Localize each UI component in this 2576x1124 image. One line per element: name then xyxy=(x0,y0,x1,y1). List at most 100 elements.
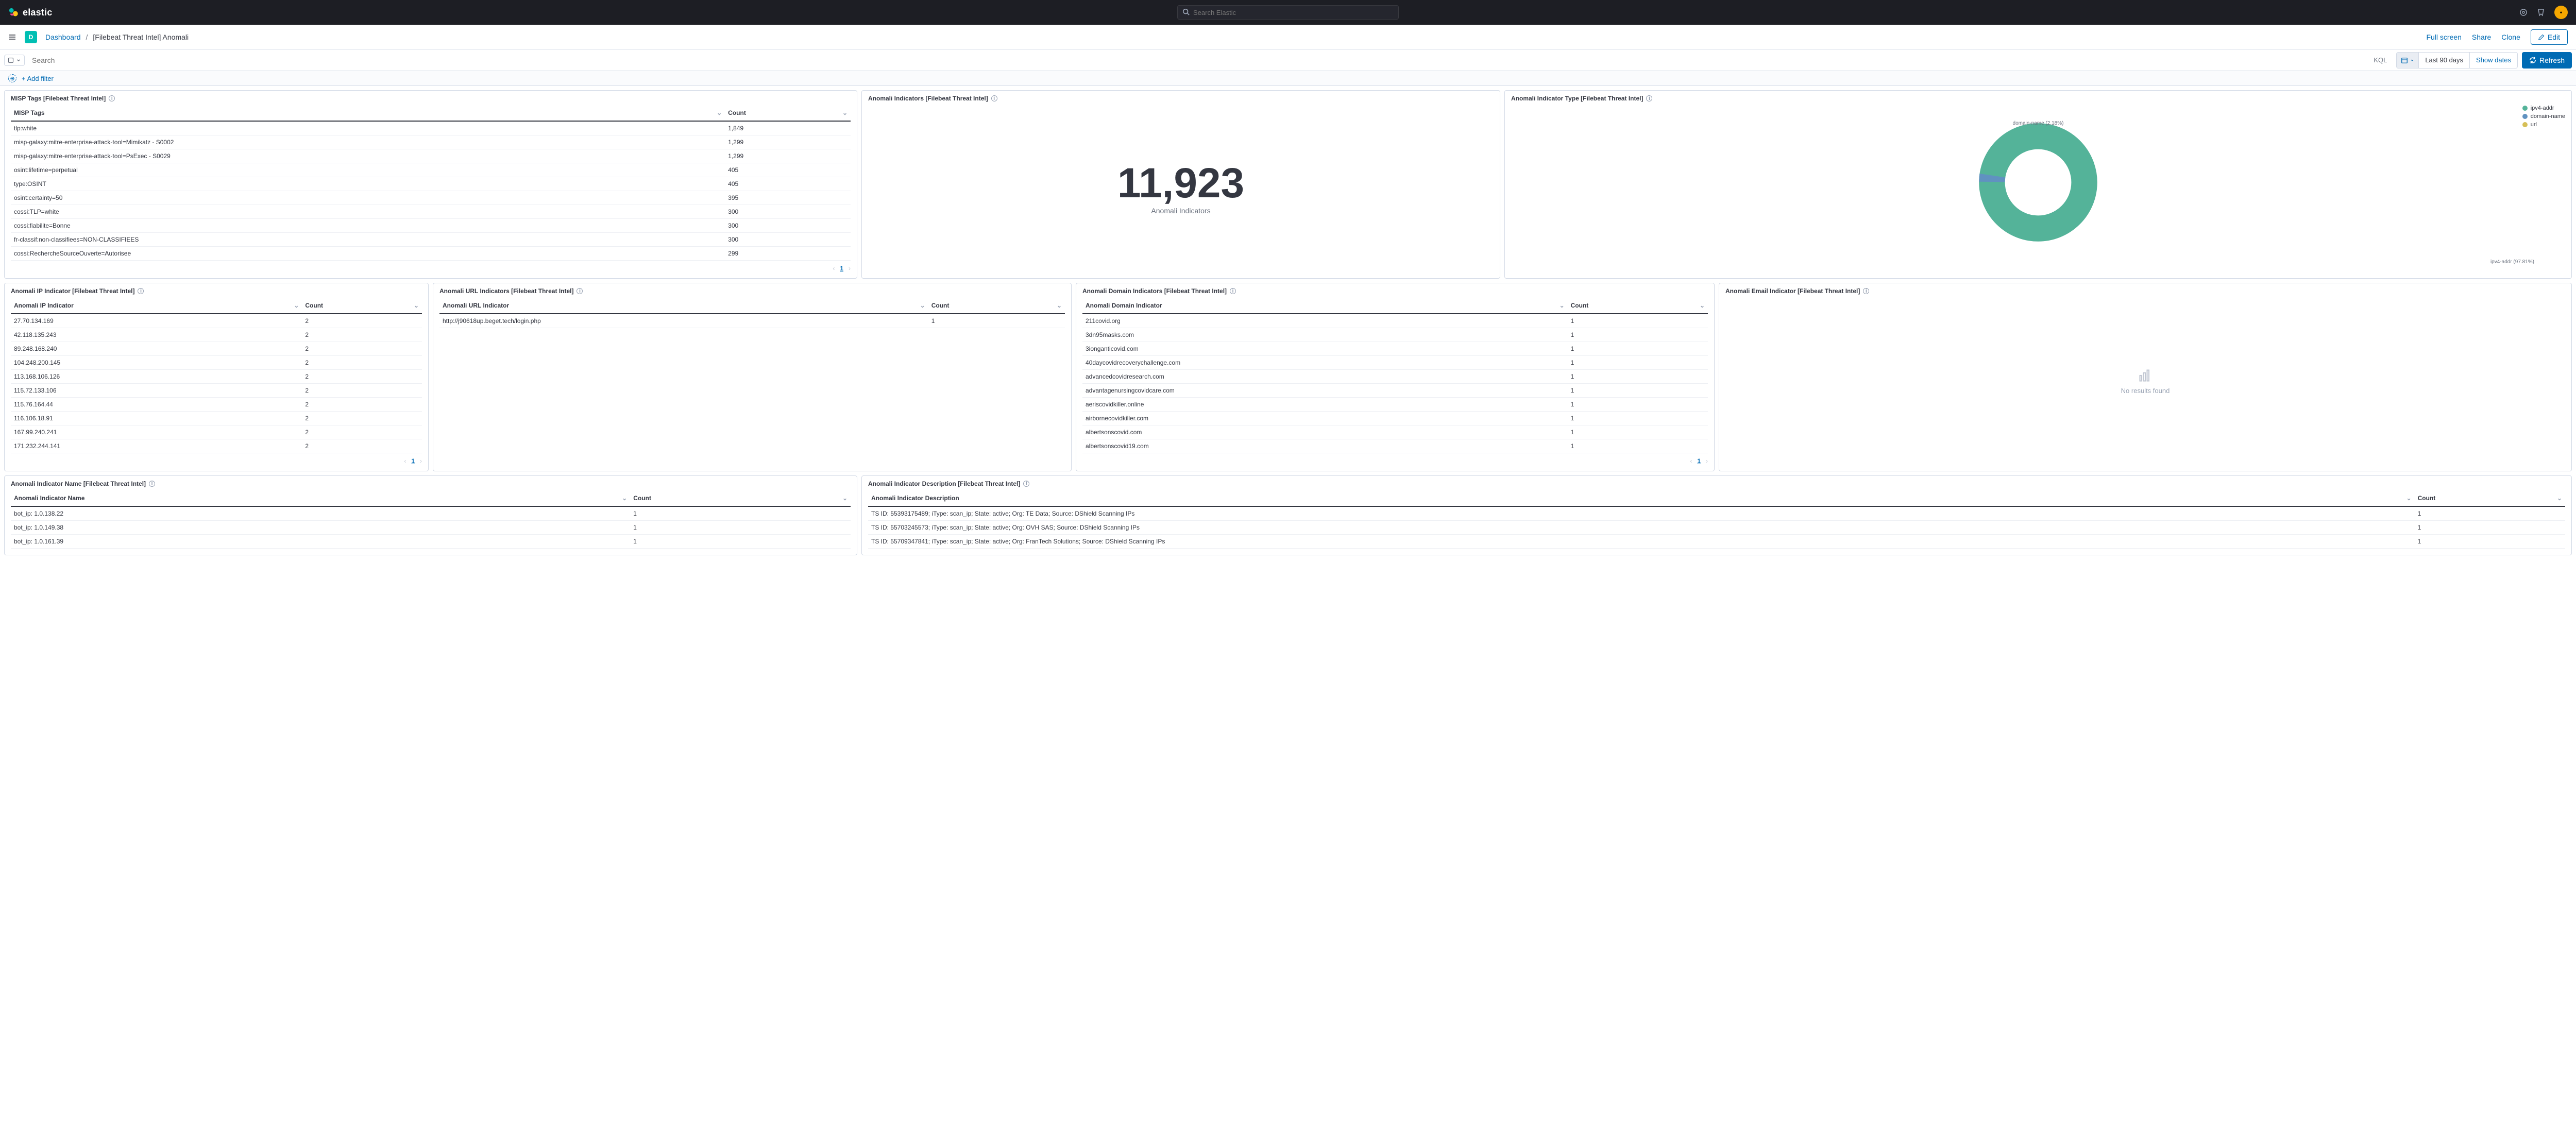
table-row[interactable]: 42.118.135.2432 xyxy=(11,328,422,342)
table-row[interactable]: 171.232.244.1412 xyxy=(11,439,422,453)
pager-prev[interactable]: ‹ xyxy=(833,265,835,272)
table-row[interactable]: advancedcovidresearch.com1 xyxy=(1082,370,1708,384)
hamburger-icon[interactable] xyxy=(8,33,16,41)
global-header: elastic • xyxy=(0,0,2576,25)
table-row[interactable]: fr-classif:non-classifiees=NON-CLASSIFIE… xyxy=(11,233,851,247)
table-row[interactable]: advantagenursingcovidcare.com1 xyxy=(1082,384,1708,398)
cell-count: 2 xyxy=(302,314,422,328)
table-row[interactable]: tlp:white1,849 xyxy=(11,121,851,135)
clone-button[interactable]: Clone xyxy=(2501,33,2520,41)
info-icon[interactable]: i xyxy=(577,288,583,294)
table-row[interactable]: albertsonscovid.com1 xyxy=(1082,425,1708,439)
newsfeed-icon[interactable] xyxy=(2519,8,2528,16)
fullscreen-button[interactable]: Full screen xyxy=(2426,33,2461,41)
pager-prev[interactable]: ‹ xyxy=(1690,457,1692,465)
col-count[interactable]: Count⌄ xyxy=(928,298,1065,314)
info-icon[interactable]: i xyxy=(1230,288,1236,294)
col-domain[interactable]: Anomali Domain Indicator⌄ xyxy=(1082,298,1568,314)
col-count[interactable]: Count⌄ xyxy=(630,490,851,506)
info-icon[interactable]: i xyxy=(1023,481,1029,487)
table-row[interactable]: 115.72.133.1062 xyxy=(11,384,422,398)
cell-value: misp-galaxy:mitre-enterprise-attack-tool… xyxy=(11,135,725,149)
col-ip[interactable]: Anomali IP Indicator⌄ xyxy=(11,298,302,314)
legend-item[interactable]: domain-name xyxy=(2522,113,2565,120)
table-row[interactable]: aeriscovidkiller.online1 xyxy=(1082,398,1708,412)
table-row[interactable]: 167.99.240.2412 xyxy=(11,425,422,439)
share-button[interactable]: Share xyxy=(2472,33,2491,41)
refresh-button[interactable]: Refresh xyxy=(2522,52,2572,69)
info-icon[interactable]: i xyxy=(149,481,155,487)
calendar-icon[interactable] xyxy=(2397,53,2419,68)
show-dates-button[interactable]: Show dates xyxy=(2469,53,2517,68)
cell-value: albertsonscovid19.com xyxy=(1082,439,1568,453)
pager-next[interactable]: › xyxy=(420,457,422,465)
query-options-toggle[interactable] xyxy=(4,55,25,66)
table-row[interactable]: 115.76.164.442 xyxy=(11,398,422,412)
col-count[interactable]: Count⌄ xyxy=(1568,298,1708,314)
date-picker[interactable]: Last 90 days Show dates xyxy=(2396,52,2518,69)
table-row[interactable]: 113.168.106.1262 xyxy=(11,370,422,384)
table-row[interactable]: 3dn95masks.com1 xyxy=(1082,328,1708,342)
table-row[interactable]: bot_ip: 1.0.161.391 xyxy=(11,535,851,549)
table-row[interactable]: misp-galaxy:mitre-enterprise-attack-tool… xyxy=(11,149,851,163)
col-count[interactable]: Count⌄ xyxy=(2415,490,2565,506)
filter-settings-icon[interactable]: ⊕ xyxy=(8,74,16,82)
logo[interactable]: elastic xyxy=(8,7,52,18)
table-row[interactable]: 27.70.134.1692 xyxy=(11,314,422,328)
table-row[interactable]: 3ionganticovid.com1 xyxy=(1082,342,1708,356)
cell-count: 2 xyxy=(302,439,422,453)
pager-page[interactable]: 1 xyxy=(1697,457,1701,465)
global-search-input[interactable] xyxy=(1177,5,1399,20)
help-icon[interactable] xyxy=(2537,8,2545,16)
kql-toggle[interactable]: KQL xyxy=(2368,56,2392,64)
table-row[interactable]: 40daycovidrecoverychallenge.com1 xyxy=(1082,356,1708,370)
legend-item[interactable]: ipv4-addr xyxy=(2522,105,2565,111)
legend-label: domain-name xyxy=(2531,113,2565,120)
table-row[interactable]: type:OSINT405 xyxy=(11,177,851,191)
col-misp-tags[interactable]: MISP Tags⌄ xyxy=(11,105,725,121)
table-row[interactable]: osint:certainty=50395 xyxy=(11,191,851,205)
table-row[interactable]: TS ID: 55703245573; iType: scan_ip; Stat… xyxy=(868,521,2565,535)
table-row[interactable]: 116.106.18.912 xyxy=(11,412,422,425)
table-row[interactable]: cossi:RechercheSourceOuverte=Autorisee29… xyxy=(11,247,851,261)
table-row[interactable]: cossi:TLP=white300 xyxy=(11,205,851,219)
pager-page[interactable]: 1 xyxy=(411,457,415,465)
table-row[interactable]: misp-galaxy:mitre-enterprise-attack-tool… xyxy=(11,135,851,149)
table-row[interactable]: 211covid.org1 xyxy=(1082,314,1708,328)
edit-button[interactable]: Edit xyxy=(2531,29,2568,45)
cell-count: 300 xyxy=(725,205,851,219)
legend-item[interactable]: url xyxy=(2522,122,2565,128)
col-count[interactable]: Count⌄ xyxy=(302,298,422,314)
table-row[interactable]: http://j90618up.beget.tech/login.php1 xyxy=(439,314,1065,328)
pager-page[interactable]: 1 xyxy=(840,265,843,272)
table-row[interactable]: TS ID: 55393175489; iType: scan_ip; Stat… xyxy=(868,506,2565,521)
info-icon[interactable]: i xyxy=(109,95,115,101)
info-icon[interactable]: i xyxy=(991,95,997,101)
query-input[interactable] xyxy=(29,53,2364,67)
info-icon[interactable]: i xyxy=(1863,288,1869,294)
pager-next[interactable]: › xyxy=(1706,457,1708,465)
table-row[interactable]: bot_ip: 1.0.149.381 xyxy=(11,521,851,535)
space-selector[interactable]: D xyxy=(25,31,37,43)
col-url[interactable]: Anomali URL Indicator⌄ xyxy=(439,298,928,314)
pager-next[interactable]: › xyxy=(849,265,851,272)
donut-chart[interactable] xyxy=(1966,110,2110,254)
pager-prev[interactable]: ‹ xyxy=(404,457,406,465)
table-row[interactable]: cossi:fiabilite=Bonne300 xyxy=(11,219,851,233)
col-desc[interactable]: Anomali Indicator Description⌄ xyxy=(868,490,2415,506)
table-row[interactable]: osint:lifetime=perpetual405 xyxy=(11,163,851,177)
table-row[interactable]: bot_ip: 1.0.138.221 xyxy=(11,506,851,521)
add-filter-button[interactable]: + Add filter xyxy=(22,75,54,82)
user-avatar[interactable]: • xyxy=(2554,6,2568,19)
table-row[interactable]: TS ID: 55709347841; iType: scan_ip; Stat… xyxy=(868,535,2565,549)
breadcrumb-dashboard[interactable]: Dashboard xyxy=(45,33,81,41)
table-row[interactable]: 104.248.200.1452 xyxy=(11,356,422,370)
info-icon[interactable]: i xyxy=(1646,95,1652,101)
col-count[interactable]: Count⌄ xyxy=(725,105,851,121)
col-name[interactable]: Anomali Indicator Name⌄ xyxy=(11,490,630,506)
panel-indicators-metric: Anomali Indicators [Filebeat Threat Inte… xyxy=(861,90,1500,279)
info-icon[interactable]: i xyxy=(138,288,144,294)
table-row[interactable]: albertsonscovid19.com1 xyxy=(1082,439,1708,453)
table-row[interactable]: 89.248.168.2402 xyxy=(11,342,422,356)
table-row[interactable]: airbornecovidkiller.com1 xyxy=(1082,412,1708,425)
